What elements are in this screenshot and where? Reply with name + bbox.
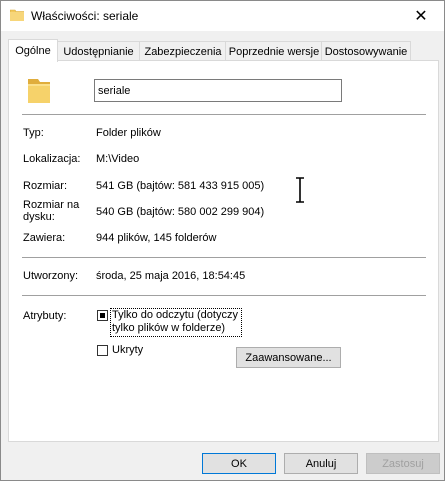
close-button[interactable]: ✕ xyxy=(398,1,444,31)
advanced-button-label: Zaawansowane... xyxy=(245,351,332,364)
disk-size-label-line2: dysku: xyxy=(23,211,55,223)
tab-label: Ogólne xyxy=(15,45,51,57)
title-bar[interactable]: Właściwości: seriale ✕ xyxy=(1,1,444,31)
readonly-label-line2[interactable]: tylko plików w folderze) xyxy=(112,322,225,335)
separator xyxy=(22,114,426,115)
size-label: Rozmiar: xyxy=(23,180,68,192)
attributes-label: Atrybuty: xyxy=(23,310,67,322)
tab-security[interactable]: Zabezpieczenia xyxy=(139,41,227,61)
cancel-button[interactable]: Anuluj xyxy=(284,453,358,474)
contains-label: Zawiera: xyxy=(23,232,66,244)
window-title: Właściwości: seriale xyxy=(31,9,139,23)
type-value: Folder plików xyxy=(96,127,161,139)
folder-icon xyxy=(10,9,24,21)
readonly-label-line1[interactable]: Tylko do odczytu (dotyczy xyxy=(112,309,238,322)
tab-sharing[interactable]: Udostępnianie xyxy=(56,41,141,61)
ok-button[interactable]: OK xyxy=(202,453,276,474)
tab-label: Zabezpieczenia xyxy=(144,45,222,58)
tab-strip: Ogólne Udostępnianie Zabezpieczenia Popr… xyxy=(8,39,437,62)
apply-button-label: Zastosuj xyxy=(382,457,424,470)
properties-window: Właściwości: seriale ✕ Ogólne Udostępnia… xyxy=(0,0,445,481)
ok-button-label: OK xyxy=(231,457,247,470)
tab-general[interactable]: Ogólne xyxy=(8,39,58,62)
tab-customize[interactable]: Dostosowywanie xyxy=(321,41,411,61)
apply-button[interactable]: Zastosuj xyxy=(366,453,440,474)
advanced-button[interactable]: Zaawansowane... xyxy=(236,347,341,368)
cancel-button-label: Anuluj xyxy=(305,457,337,470)
tab-previous-versions[interactable]: Poprzednie wersje xyxy=(225,41,323,61)
hidden-label[interactable]: Ukryty xyxy=(112,344,143,357)
size-value: 541 GB (bajtów: 581 433 915 005) xyxy=(96,180,265,192)
contains-value: 944 plików, 145 folderów xyxy=(96,232,217,244)
folder-icon xyxy=(28,79,50,103)
readonly-checkbox[interactable] xyxy=(97,310,108,321)
tab-label: Dostosowywanie xyxy=(324,45,408,58)
tab-label: Poprzednie wersje xyxy=(228,45,320,58)
location-value: M:\Video xyxy=(96,153,140,165)
type-label: Typ: xyxy=(23,127,44,139)
close-icon: ✕ xyxy=(414,8,428,25)
separator xyxy=(22,295,426,296)
hidden-checkbox[interactable] xyxy=(97,345,108,356)
text-cursor-icon xyxy=(296,177,304,203)
created-value: środa, 25 maja 2016, 18:54:45 xyxy=(96,270,246,282)
general-panel: Typ: Folder plików Lokalizacja: M:\Video… xyxy=(8,60,439,442)
location-label: Lokalizacja: xyxy=(23,153,81,165)
created-label: Utworzony: xyxy=(23,270,79,282)
tab-label: Udostępnianie xyxy=(63,45,134,58)
disk-size-value: 540 GB (bajtów: 580 002 299 904) xyxy=(96,206,265,218)
separator xyxy=(22,257,426,258)
folder-name-input[interactable] xyxy=(94,79,342,102)
